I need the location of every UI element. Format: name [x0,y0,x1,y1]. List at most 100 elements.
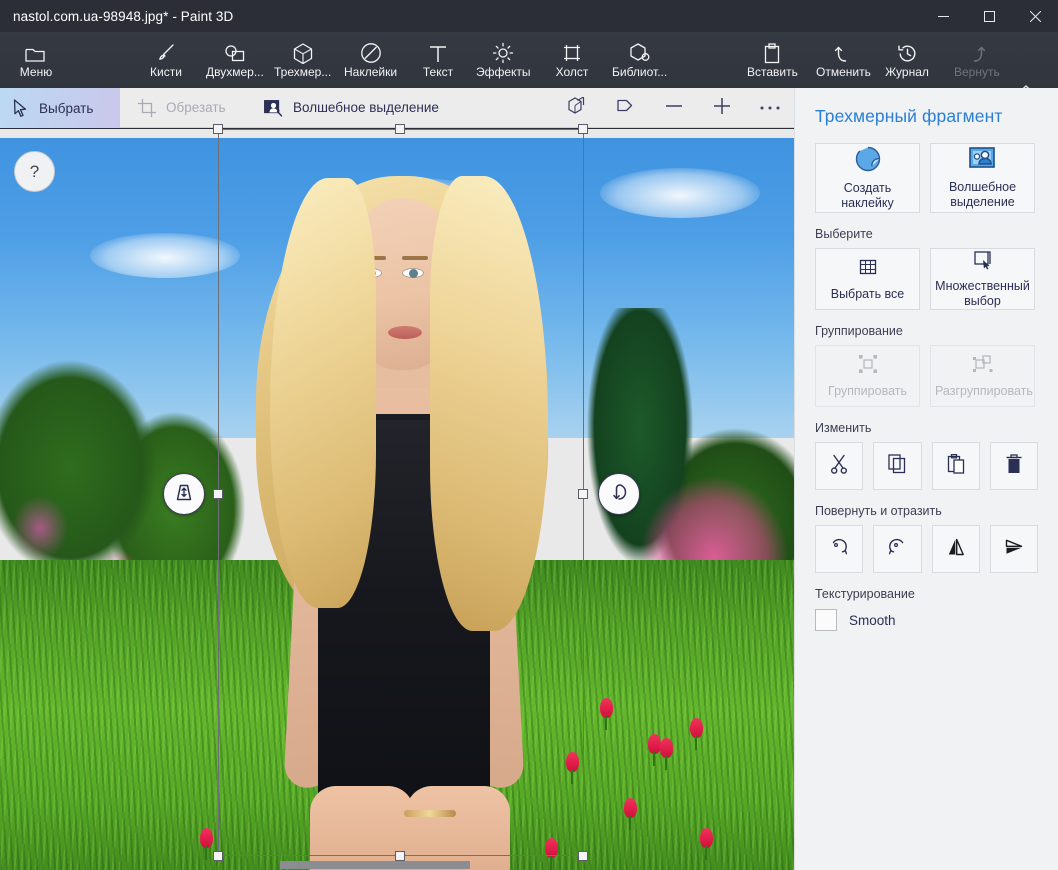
cut-button[interactable] [815,442,864,490]
shapes-2d-icon [223,42,247,64]
tulip [200,828,213,860]
copy-icon [888,454,906,478]
ribbon-item-history[interactable]: Журнал [879,32,935,88]
hair-front-right [430,176,548,631]
make-sticker-button[interactable]: Создать наклейку [815,143,920,213]
lips [388,326,422,339]
ribbon-item-undo[interactable]: Отменить [810,32,877,88]
selection-handle-br[interactable] [578,851,588,861]
rotate-group-label: Повернуть и отразить [815,504,942,518]
selection-handle-ml[interactable] [213,489,223,499]
close-button[interactable] [1012,0,1058,32]
tab-select[interactable]: Выбрать [0,88,120,128]
help-button[interactable]: ? [14,151,55,192]
top-actions-row: Создать наклейку Волшебное выделение [815,143,1038,213]
rotate-group-row [815,525,1038,573]
group-icon [858,354,878,378]
minus-icon [664,96,684,121]
more-options-button[interactable] [748,88,792,128]
view-3d-button[interactable] [556,88,600,128]
cloud [600,168,760,218]
multi-select-button[interactable]: Множественный выбор [930,248,1035,310]
flip-horizontal-button[interactable] [931,525,980,573]
copy-button[interactable] [873,442,922,490]
depth-handle[interactable] [163,473,205,515]
scrollbar-thumb[interactable] [280,861,470,869]
image-content [0,138,794,870]
library-3d-icon [629,42,651,64]
selection-handle-mr[interactable] [578,489,588,499]
trash-icon [1005,454,1023,478]
ribbon-label: Текст [422,64,454,79]
group-label: Группировать [828,383,907,398]
plus-icon [712,96,732,121]
tulip [660,738,673,770]
properties-panel: Трехмерный фрагмент Создать наклейку Вол… [794,88,1058,870]
minimize-button[interactable] [920,0,966,32]
effects-icon [492,42,514,64]
ribbon-item-brushes[interactable]: Кисти [138,32,194,88]
ribbon-item-canvas[interactable]: Холст [544,32,600,88]
select-group-label: Выберите [815,227,873,241]
selection-handle-tl[interactable] [213,124,223,134]
select-group-row: Выбрать все Множественный выбор [815,248,1038,310]
rotate-z-icon [607,480,631,509]
flip-vertical-button[interactable] [989,525,1038,573]
edit-group-row [815,442,1038,490]
smooth-checkbox-row[interactable]: Smooth [815,609,1038,631]
text-icon [428,42,448,64]
ribbon-label: Вернуть [954,64,1000,79]
ribbon-item-text[interactable]: Текст [410,32,466,88]
cursor-icon [13,99,28,117]
ribbon-item-menu[interactable]: Меню [8,32,64,88]
zoom-in-button[interactable] [700,88,744,128]
paste-button[interactable] [931,442,980,490]
selection-handle-bc[interactable] [395,851,405,861]
ribbon-item-3d-library[interactable]: Библиот... [606,32,673,88]
tulip [690,718,703,750]
main-ribbon: Меню Кисти Двухмер... Трехмер... Наклейк [0,32,1058,95]
multi-select-label: Множественный выбор [935,279,1030,308]
rotate-left-button[interactable] [815,525,864,573]
tab-magic-select-label: Волшебное выделение [293,100,439,116]
history-icon [897,42,918,64]
brush-icon [155,42,177,64]
edit-group-label: Изменить [815,421,872,435]
tulip [600,698,613,730]
ribbon-item-effects[interactable]: Эффекты [470,32,537,88]
smooth-checkbox[interactable] [815,609,837,631]
select-all-button[interactable]: Выбрать все [815,248,920,310]
ribbon-item-2d-shapes[interactable]: Двухмер... [200,32,270,88]
eyebrow [402,256,428,260]
texture-group-label: Текстурирование [815,587,915,601]
leg-right [406,786,510,870]
selection-toolbar: Выбрать Обрезать Волшебное выделение [0,88,794,128]
magic-select-label: Волшебное выделение [948,180,1017,209]
perspective-button[interactable] [604,88,648,128]
tulip [700,828,713,860]
ungroup-icon [972,354,994,378]
ribbon-item-stickers[interactable]: Наклейки [338,32,403,88]
undo-icon [833,42,853,64]
ribbon-label: Вставить [747,64,798,79]
delete-button[interactable] [989,442,1038,490]
canvas-area[interactable]: ? [0,129,794,870]
group-button: Группировать [815,345,920,407]
tab-select-label: Выбрать [39,100,94,116]
rotate-handle[interactable] [598,473,640,515]
zoom-out-button[interactable] [652,88,696,128]
selection-handle-bl[interactable] [213,851,223,861]
ribbon-item-3d-shapes[interactable]: Трехмер... [268,32,337,88]
person-subject [218,138,586,870]
selection-handle-tr[interactable] [578,124,588,134]
ribbon-item-paste[interactable]: Вставить [741,32,804,88]
help-icon: ? [29,161,40,181]
tab-magic-select[interactable]: Волшебное выделение [254,88,449,128]
paint3d-window: nastol.com.ua-98948.jpg* - Paint 3D Меню [0,0,1058,870]
rotate-right-button[interactable] [873,525,922,573]
tab-crop: Обрезать [128,88,236,128]
hair-front-left [270,178,376,608]
maximize-button[interactable] [966,0,1012,32]
magic-select-button[interactable]: Волшебное выделение [930,143,1035,213]
selection-handle-tc[interactable] [395,124,405,134]
